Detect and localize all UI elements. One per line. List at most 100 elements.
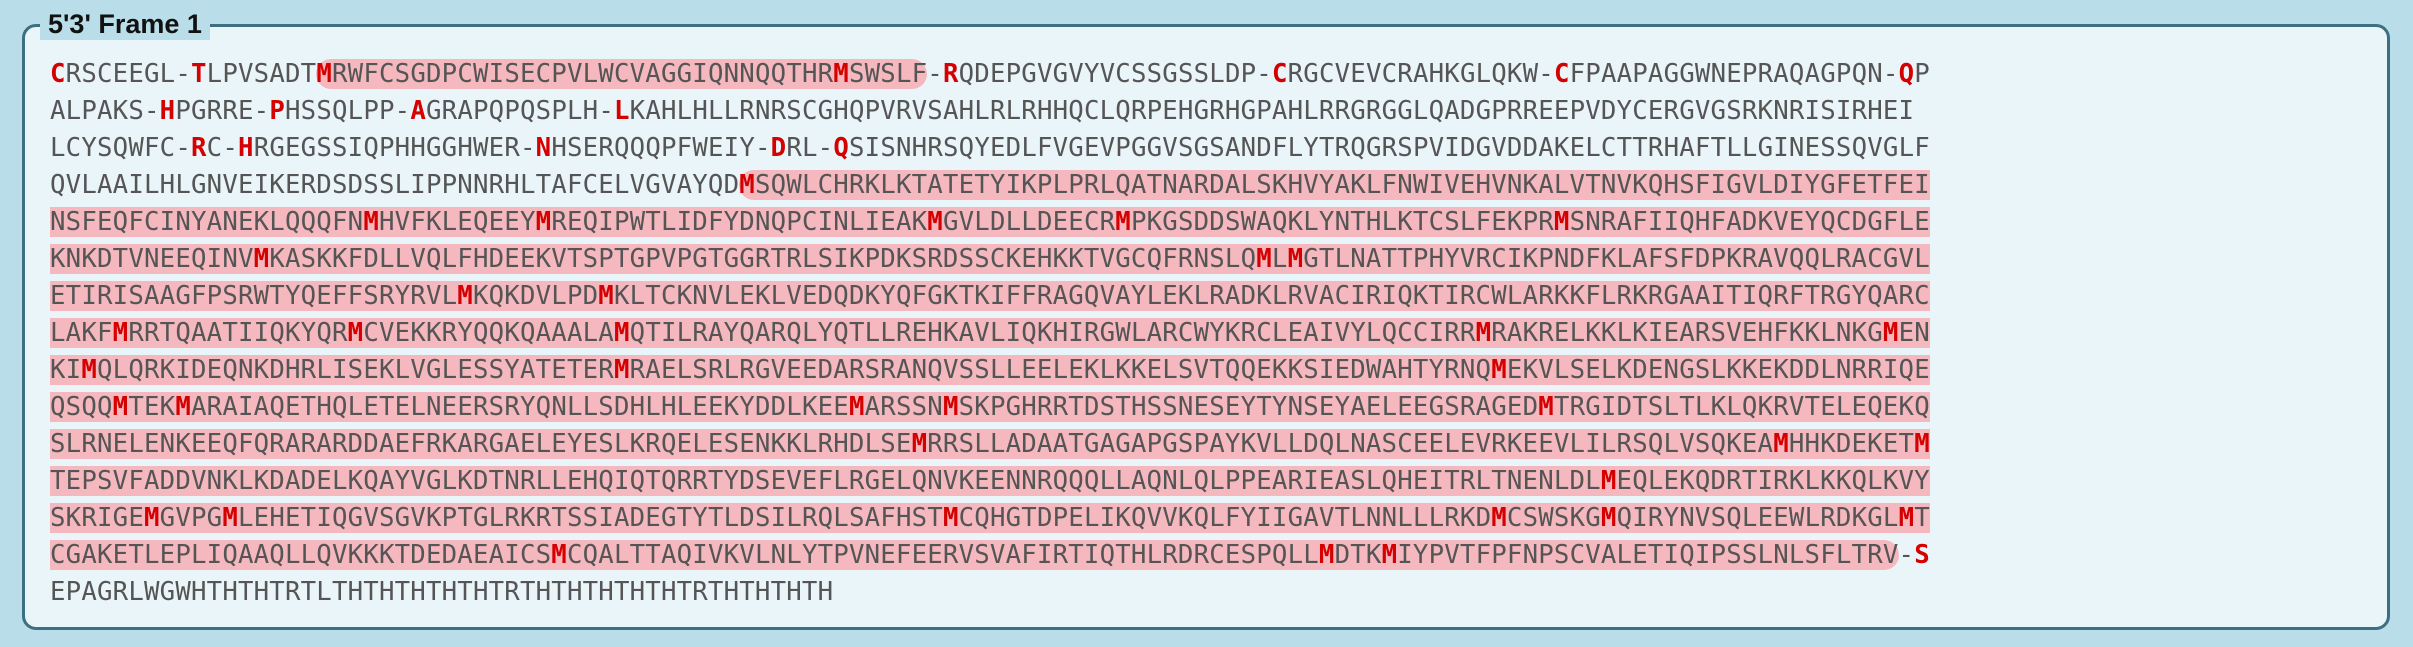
start-codon-marker: M	[1600, 466, 1617, 496]
orf-segment: GTLNATTPHYVRCIKPNDFKLAFSFDPKRAVQQLRACGVL	[1303, 244, 1930, 274]
orf-segment: KQKDVLPD	[472, 281, 599, 311]
sequence-text-area[interactable]: CRSCEEGL-TLPVSADTMRWFCSGDPCWISECPVLWCVAG…	[50, 56, 2360, 611]
start-codon-marker: M	[144, 503, 160, 533]
sequence-segment: -	[927, 59, 943, 89]
orf-segment: LEHETIQGVSGVKPTGLRKRTSSIADEGTYTLDSILRQLS…	[238, 503, 943, 533]
sequence-segment: FPAAPAGGWNEPRAQAGPQN-	[1569, 59, 1899, 89]
orf-segment: SWSLF	[848, 59, 928, 89]
orf-segment: TEPSVFADDVNKLKDADELKQAYVGLKDTNRLLEHQIQTQ…	[50, 466, 1601, 496]
orf-segment: QLQRKIDEQNKDHRLISEKLVGLESSYATETER	[97, 355, 614, 385]
residue-marker: Q	[1898, 59, 1915, 89]
orf-segment: HVFKLEQEEY	[378, 207, 536, 237]
sequence-segment: KAHLHLLRNRSCGHQPVRVSAHLRLRHHQCLQRPEHGRHG…	[629, 96, 1915, 126]
orf-segment: IYPVTFPFNPSCVALETIQIPSSLNLSFLTRV	[1397, 540, 1899, 570]
start-codon-marker: M	[112, 392, 129, 422]
orf-segment: CQHGTDPELIKQVVKQLFYIIGAVTLNNLLLRKD	[958, 503, 1492, 533]
start-codon-marker: M	[613, 355, 630, 385]
sequence-line: ALPAKS-HPGRRE-PHSSQLPP-AGRAPQPQSPLH-LKAH…	[50, 93, 2360, 130]
residue-marker: T	[191, 59, 207, 89]
sequence-segment: HSSQLPP-	[285, 96, 411, 126]
start-codon-marker: M	[175, 392, 192, 422]
orf-segment: ARSSN	[864, 392, 943, 422]
sequence-segment: SISNHRSQYEDLFVGEVPGGVSGSANDFLYTRQGRSPVID…	[849, 133, 1930, 163]
start-codon-marker: M	[1491, 503, 1507, 533]
start-codon-marker: M	[942, 392, 959, 422]
start-codon-marker: M	[81, 355, 98, 385]
orf-segment: NSFEQFCINYANEKLQQQFN	[50, 207, 364, 237]
residue-marker: P	[269, 96, 285, 126]
sequence-line: NSFEQFCINYANEKLQQQFNMHVFKLEQEEYMREQIPWTL…	[50, 204, 2360, 241]
start-codon-marker: M	[1475, 318, 1492, 348]
start-codon-marker: M	[911, 429, 928, 459]
sequence-line: KNKDTVNEEQINVMKASKKFDLLVQLFHDEEKVTSPTGPV…	[50, 241, 2360, 278]
start-codon-marker: M	[363, 207, 379, 237]
orf-segment: CQALTTAQIVKVLNLYTPVNEFEERVSVAFIRTIQTHLRD…	[566, 540, 1319, 570]
sequence-segment: C-	[206, 133, 239, 163]
start-codon-marker: M	[112, 318, 129, 348]
start-codon-marker: M	[551, 540, 567, 570]
orf-segment: CGAKETLEPLIQAAQLLQVKKKTDEDAEAICS	[50, 540, 552, 570]
sequence-line: TEPSVFADDVNKLKDADELKQAYVGLKDTNRLLEHQIQTQ…	[50, 463, 2360, 500]
orf-segment: PKGSDDSWAQKLYNTHLKTCSLFEKPR	[1130, 207, 1554, 237]
orf-segment: SKPGHRRTDSTHSSNESEYTYNSEYAELEEGSRAGED	[958, 392, 1539, 422]
start-codon-marker: M	[1773, 429, 1789, 459]
sequence-segment: GRAPQPQSPLH-	[426, 96, 614, 126]
orf-segment: DTK	[1334, 540, 1382, 570]
start-codon-marker: M	[457, 281, 473, 311]
start-codon-marker: M	[1600, 503, 1617, 533]
sequence-segment: RGEGSSIQPHHGGHWER-	[253, 133, 536, 163]
start-codon-marker: M	[347, 318, 364, 348]
orf-segment: TRGIDTSLTLKLQKRVTELEQEKQ	[1553, 392, 1930, 422]
start-codon-marker: M	[1882, 318, 1899, 348]
sequence-line: KIMQLQRKIDEQNKDHRLISEKLVGLESSYATETERMRAE…	[50, 352, 2360, 389]
start-codon-marker: M	[927, 207, 943, 237]
orf-segment: REQIPWTLIDFYDNQPCINLIEAK	[551, 207, 928, 237]
sequence-line: CGAKETLEPLIQAAQLLQVKKKTDEDAEAICSMCQALTTA…	[50, 537, 2360, 574]
sequence-line: EPAGRLWGWHTHTHTRTLTHTHTHTHTHTRTHTHTHTHTH…	[50, 574, 2360, 611]
start-codon-marker: M	[222, 503, 239, 533]
sequence-segment: PGRRE-	[175, 96, 270, 126]
sequence-line: QSQQMTEKMARAIAQETHQLETELNEERSRYQNLLSDHLH…	[50, 389, 2360, 426]
start-codon-marker: M	[848, 392, 865, 422]
orf-segment: ETIRISAAGFPSRWTYQEFFSRYRVL	[50, 281, 458, 311]
sequence-segment: QVLAAILHLGNVEIKERDSDSSLIPPNNRHLTAFCELVGV…	[50, 170, 740, 200]
start-codon-marker: M	[739, 170, 755, 200]
orf-segment: EKVLSELKDENGSLKKEKDDLNRRIQE	[1506, 355, 1930, 385]
residue-marker: H	[159, 96, 176, 126]
orf-segment: SNRAFIIQHFADKVEYQCDGFLE	[1569, 207, 1930, 237]
orf-segment: LAKF	[50, 318, 113, 348]
residue-marker: C	[50, 59, 66, 89]
orf-segment: ARAIAQETHQLETELNEERSRYQNLLSDHLHLEEKYDDLK…	[191, 392, 849, 422]
sequence-segment: EPAGRLWGWHTHTHTRTLTHTHTHTHTHTRTHTHTHTHTH…	[50, 577, 834, 607]
sequence-segment: LCYSQWFC-	[50, 133, 191, 163]
sequence-segment: -	[1898, 540, 1915, 570]
orf-segment: RRTQAATIIQKYQR	[128, 318, 348, 348]
residue-marker: N	[535, 133, 552, 163]
sequence-segment: LPVSADT	[206, 59, 317, 89]
orf-segment: SLRNELENKEEQFQRARARDDAEFRKARGAELEYESLKRQ…	[50, 429, 912, 459]
sequence-segment: RGCVEVCRAHKGLQKW-	[1287, 59, 1554, 89]
orf-segment: CVEKKRYQQKQAAALA	[363, 318, 614, 348]
orf-segment: TEK	[128, 392, 176, 422]
start-codon-marker: M	[613, 318, 630, 348]
orf-segment: T	[1914, 503, 1930, 533]
orf-segment: SKRIGE	[50, 503, 144, 533]
sequence-segment: RSCEEGL-	[65, 59, 191, 89]
frame-title: 5'3' Frame 1	[40, 8, 210, 40]
start-codon-marker: M	[1898, 503, 1915, 533]
residue-marker: C	[1271, 59, 1288, 89]
orf-segment: RWFCSGDPCWISECPVLWCVAGGIQNNQQTHR	[332, 59, 834, 89]
orf-segment: RRSLLADAATGAGAPGSPAYKVLLDQLNASCEELEVRKEE…	[927, 429, 1774, 459]
sequence-line: LAKFMRRTQAATIIQKYQRMCVEKKRYQQKQAAALAMQTI…	[50, 315, 2360, 352]
orf-segment: KNKDTVNEEQINV	[50, 244, 254, 274]
orf-segment: QSQQ	[50, 392, 113, 422]
start-codon-marker: M	[1538, 392, 1554, 422]
sequence-segment: ALPAKS-	[50, 96, 160, 126]
orf-segment: GVLDLLDEECR	[942, 207, 1116, 237]
orf-segment: EN	[1898, 318, 1930, 348]
residue-marker: Q	[833, 133, 849, 163]
start-codon-marker: M	[942, 503, 959, 533]
residue-marker: C	[1553, 59, 1570, 89]
start-codon-marker: M	[1491, 355, 1507, 385]
start-codon-marker: M	[1115, 207, 1131, 237]
